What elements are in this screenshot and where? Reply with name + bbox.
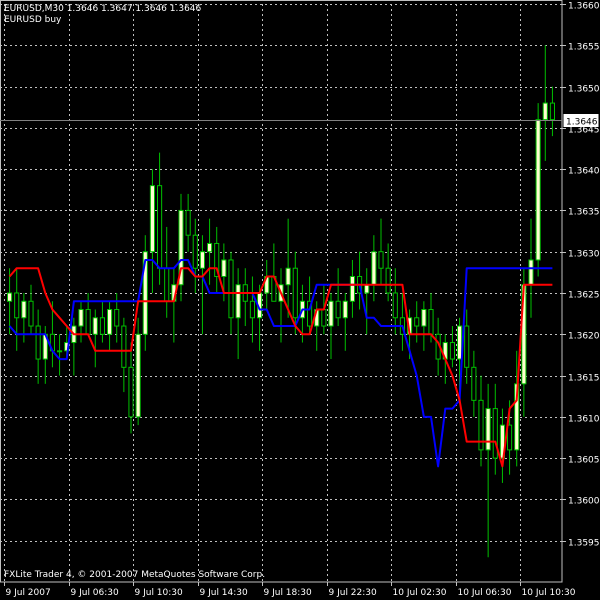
candle-body [249,300,256,319]
chart-axes: 1.36601.36551.36501.36451.36401.36351.36… [0,0,600,598]
candle-body [114,309,120,327]
candle-body [207,242,213,253]
candle-body [378,251,384,269]
candle-body [14,292,20,319]
candle-body [235,284,241,319]
candle-body [228,259,234,319]
candle-body [492,408,498,459]
candle-body [385,267,391,294]
candle-body [485,408,491,451]
candle-body [92,317,98,335]
candle-body [507,424,513,451]
x-tick-label: 10 Jul 02:30 [393,588,447,598]
candle-body [7,292,13,302]
candle-body [364,284,370,294]
candle-body [199,251,206,269]
candle-body [192,234,198,269]
candle-body [328,300,334,327]
y-tick-label: 1.3625 [568,291,600,301]
candle-body [285,267,291,286]
y-tick-label: 1.3660 [568,2,600,12]
indicator-lines [8,259,553,468]
candle-body [135,333,141,418]
indicator-header: EURUSD buy [4,15,62,25]
candle-body [221,259,227,277]
candle-body [149,185,156,253]
candle-body [21,300,27,319]
y-tick-label: 1.3615 [568,374,600,384]
candle-body [528,259,534,286]
candle-body [321,309,327,327]
y-tick-label: 1.3655 [568,43,600,53]
candle-body [157,185,163,269]
candle-body [35,325,41,360]
candle-body [535,119,541,261]
x-tick-label: 10 Jul 06:30 [458,588,512,598]
x-tick-label: 9 Jul 14:30 [200,588,249,598]
candle-body [99,317,105,335]
candle-body [107,309,113,335]
candle-body [342,300,348,319]
x-tick-label: 9 Jul 06:30 [71,588,120,598]
candle-body [128,366,134,418]
candle-body [121,325,127,368]
x-tick-label: 9 Jul 22:30 [329,588,378,598]
candle-body [392,292,398,319]
candle-body [549,102,555,121]
y-tick-label: 1.3620 [568,332,600,342]
candle-body [78,309,84,327]
candle-body [28,300,34,327]
candle-body [421,309,427,327]
candle-body [471,366,477,401]
y-tick-label: 1.3635 [568,208,600,218]
price-chart[interactable]: 1.36601.36551.36501.36451.36401.36351.36… [0,0,600,600]
symbol-header: EURUSD,M30 1.3646 1.3647 1.3646 1.3646 [4,4,202,14]
candle-body [464,325,470,368]
candle-body [164,267,170,302]
candle-body [185,209,191,236]
candle-body [335,300,341,319]
y-tick-label: 1.3605 [568,456,600,466]
y-tick-label: 1.3650 [568,85,600,95]
candle-body [457,325,463,360]
candle-body [371,251,377,286]
x-tick-label: 9 Jul 10:30 [135,588,184,598]
x-tick-label: 9 Jul 18:30 [264,588,313,598]
x-tick-label: 9 Jul 2007 [6,588,51,598]
candle-body [542,102,548,121]
x-tick-label: 10 Jul 10:30 [522,588,576,598]
candle-body [85,309,91,335]
y-tick-label: 1.3640 [568,167,600,177]
copyright-text: FXLite Trader 4, © 2001-2007 MetaQuotes … [4,570,266,580]
current-price-label: 1.3646 [566,118,598,128]
y-tick-label: 1.3600 [568,497,600,507]
candle-body [414,317,420,327]
candle-body [449,342,456,360]
y-tick-label: 1.3595 [568,539,600,549]
candle-body [57,350,63,353]
candle-body [428,309,434,335]
y-tick-label: 1.3630 [568,250,600,260]
candle-body [349,275,356,302]
y-tick-label: 1.3610 [568,415,600,425]
candle-body [292,267,298,319]
